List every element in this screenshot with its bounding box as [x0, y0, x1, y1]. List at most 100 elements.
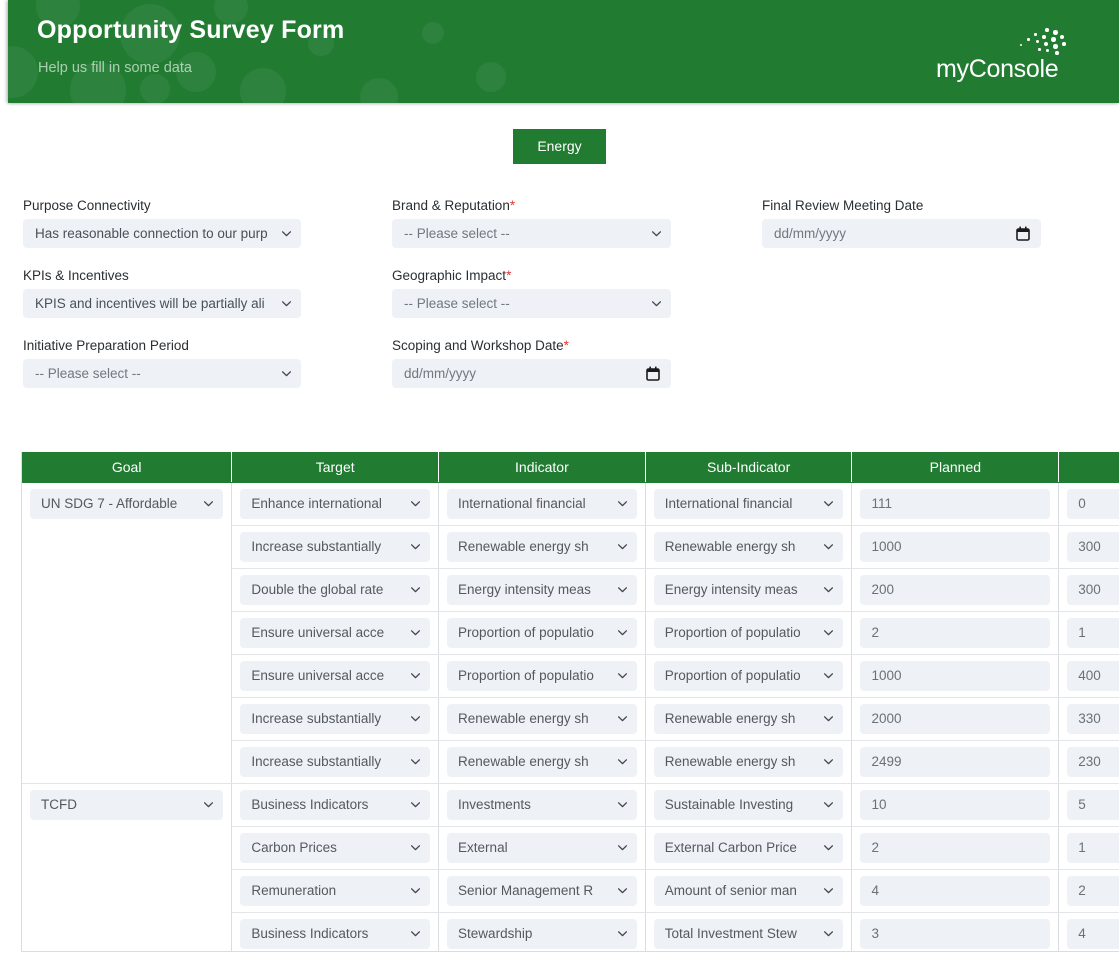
column-header-target[interactable]: Target [232, 452, 439, 482]
indicator-select[interactable]: Renewable energy sh [447, 747, 637, 777]
planned-input[interactable]: 2499 [860, 747, 1050, 777]
logo-wordmark: myConsole [936, 55, 1058, 84]
extra-value-input[interactable]: 1 [1067, 618, 1119, 648]
column-header-sub-indicator[interactable]: Sub-Indicator [645, 452, 852, 482]
indicator-select[interactable]: Renewable energy sh [447, 704, 637, 734]
chevron-down-icon [824, 673, 833, 679]
target-select[interactable]: Increase substantially [240, 532, 430, 562]
extra-value-input[interactable]: 1 [1067, 833, 1119, 863]
chevron-down-icon [824, 802, 833, 808]
planned-input[interactable]: 1000 [860, 661, 1050, 691]
sub-indicator-select[interactable]: International financial [654, 489, 844, 519]
target-select[interactable]: Enhance international [240, 489, 430, 519]
extra-value-input[interactable]: 4 [1067, 919, 1119, 949]
indicator-select[interactable]: Stewardship [447, 919, 637, 949]
extra-value-input[interactable]: 300 [1067, 575, 1119, 605]
indicator-select[interactable]: Investments [447, 790, 637, 820]
sub-indicator-select[interactable]: Renewable energy sh [654, 704, 844, 734]
planned-input[interactable]: 2 [860, 833, 1050, 863]
chevron-down-icon [204, 501, 213, 507]
field-label-text: Scoping and Workshop Date [392, 338, 564, 353]
target-select[interactable]: Carbon Prices [240, 833, 430, 863]
indicator-select[interactable]: Proportion of populatio [447, 618, 637, 648]
kpis-incentives-select[interactable]: KPIS and incentives will be partially al… [23, 289, 301, 318]
planned-input[interactable]: 200 [860, 575, 1050, 605]
sub-indicator-select[interactable]: Total Investment Stew [654, 919, 844, 949]
cell-target: Carbon Prices [232, 826, 439, 869]
extra-value-input[interactable]: 300 [1067, 532, 1119, 562]
cell-planned: 1000 [852, 525, 1059, 568]
chevron-down-icon [824, 587, 833, 593]
brand-reputation-select[interactable]: -- Please select -- [392, 219, 671, 248]
planned-input[interactable]: 4 [860, 876, 1050, 906]
cell-planned: 111 [852, 482, 1059, 525]
target-select[interactable]: Increase substantially [240, 704, 430, 734]
logo-dot-arc-icon [1007, 28, 1069, 58]
target-select[interactable]: Business Indicators [240, 919, 430, 949]
control-wrapper: dd/mm/yyyy [392, 359, 671, 388]
column-header-planned[interactable]: Planned [852, 452, 1059, 482]
planned-input[interactable]: 10 [860, 790, 1050, 820]
final-review-meeting-date-input[interactable]: dd/mm/yyyy [762, 219, 1041, 248]
myconsole-logo: myConsole [936, 28, 1071, 84]
initiative-preparation-period-select[interactable]: -- Please select -- [23, 359, 301, 388]
target-select[interactable]: Remuneration [240, 876, 430, 906]
field-kpis-incentives: KPIs & Incentives KPIS and incentives wi… [23, 268, 301, 318]
cell-indicator: International financial [439, 482, 646, 525]
field-label-text: Initiative Preparation Period [23, 338, 189, 353]
planned-input[interactable]: 111 [860, 489, 1050, 519]
sub-indicator-select[interactable]: External Carbon Price [654, 833, 844, 863]
indicator-select[interactable]: Senior Management R [447, 876, 637, 906]
cell-extra: 2 [1059, 869, 1119, 912]
table-body: UN SDG 7 - Affordable Enhance internation… [22, 482, 1119, 952]
scoping-workshop-date-input[interactable]: dd/mm/yyyy [392, 359, 671, 388]
planned-input[interactable]: 3 [860, 919, 1050, 949]
chevron-down-icon [618, 845, 627, 851]
sub-indicator-select[interactable]: Renewable energy sh [654, 747, 844, 777]
sub-indicator-select[interactable]: Sustainable Investing [654, 790, 844, 820]
sub-indicator-select[interactable]: Proportion of populatio [654, 618, 844, 648]
chevron-down-icon [618, 759, 627, 765]
goal-select[interactable]: TCFD [30, 790, 223, 820]
indicator-select[interactable]: International financial [447, 489, 637, 519]
target-select[interactable]: Ensure universal acce [240, 618, 430, 648]
planned-input[interactable]: 2 [860, 618, 1050, 648]
indicator-select[interactable]: Proportion of populatio [447, 661, 637, 691]
extra-value-input[interactable]: 400 [1067, 661, 1119, 691]
sub-indicator-select[interactable]: Renewable energy sh [654, 532, 844, 562]
column-header-extra[interactable] [1059, 452, 1119, 482]
column-header-goal[interactable]: Goal [22, 452, 232, 482]
planned-input[interactable]: 1000 [860, 532, 1050, 562]
indicator-select[interactable]: Renewable energy sh [447, 532, 637, 562]
extra-value-input[interactable]: 330 [1067, 704, 1119, 734]
extra-value-input[interactable]: 2 [1067, 876, 1119, 906]
planned-input[interactable]: 2000 [860, 704, 1050, 734]
target-select[interactable]: Business Indicators [240, 790, 430, 820]
extra-value-input[interactable]: 0 [1067, 489, 1119, 519]
indicator-select[interactable]: Energy intensity meas [447, 575, 637, 605]
cell-sub-indicator: Renewable energy sh [645, 740, 852, 783]
sub-indicator-select[interactable]: Energy intensity meas [654, 575, 844, 605]
sub-indicator-select[interactable]: Amount of senior man [654, 876, 844, 906]
target-select[interactable]: Double the global rate [240, 575, 430, 605]
extra-value-input[interactable]: 5 [1067, 790, 1119, 820]
target-select[interactable]: Ensure universal acce [240, 661, 430, 691]
cell-target: Business Indicators [232, 912, 439, 952]
target-select[interactable]: Increase substantially [240, 747, 430, 777]
cell-planned: 2499 [852, 740, 1059, 783]
indicator-select[interactable]: External [447, 833, 637, 863]
cell-sub-indicator: External Carbon Price [645, 826, 852, 869]
cell-sub-indicator: Total Investment Stew [645, 912, 852, 952]
tab-energy[interactable]: Energy [513, 129, 605, 164]
cell-planned: 1000 [852, 654, 1059, 697]
cell-sub-indicator: Amount of senior man [645, 869, 852, 912]
column-header-indicator[interactable]: Indicator [439, 452, 646, 482]
goal-select[interactable]: UN SDG 7 - Affordable [30, 489, 223, 519]
purpose-connectivity-select[interactable]: Has reasonable connection to our purp [23, 219, 301, 248]
sub-indicator-select[interactable]: Proportion of populatio [654, 661, 844, 691]
cell-planned: 4 [852, 869, 1059, 912]
geographic-impact-select[interactable]: -- Please select -- [392, 289, 671, 318]
extra-value-input[interactable]: 230 [1067, 747, 1119, 777]
cell-extra: 400 [1059, 654, 1119, 697]
indicators-table-scroll-region[interactable]: Goal Target Indicator Sub-Indicator Plan… [21, 452, 1119, 952]
